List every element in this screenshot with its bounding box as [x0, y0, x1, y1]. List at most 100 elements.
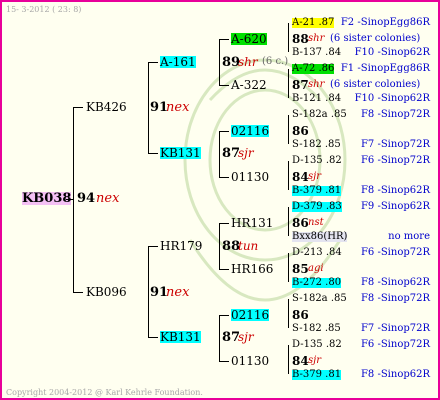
right-label: F6 -Sinop72R	[360, 339, 430, 350]
g4-bot: S-182 .85	[292, 139, 341, 150]
g4-bracket	[288, 299, 289, 328]
g3-id: 01130	[231, 170, 270, 184]
g4-num: 84	[292, 354, 309, 368]
g4-num: 84	[292, 170, 309, 184]
g4-bot: B-379 .81	[292, 369, 342, 380]
g4-bracket	[288, 161, 289, 190]
g4-num: 87	[292, 78, 309, 92]
g4-top: D-135 .82	[292, 155, 342, 166]
g2-id: KB131	[160, 330, 201, 344]
g3-branch	[219, 85, 229, 86]
g4-bracket	[288, 69, 289, 98]
copyright-footer: Copyright 2004-2012 @ Karl Kehrle Founda…	[6, 388, 203, 397]
g3-branch	[219, 131, 229, 132]
g4-bracket	[288, 253, 289, 282]
g3-bracket	[219, 223, 220, 269]
g4-note: (6 sister colonies)	[330, 33, 421, 44]
g1-suffix: nex	[166, 100, 190, 115]
g1-branch	[73, 292, 83, 293]
g3-id: 02116	[231, 308, 270, 322]
g3-branch	[219, 223, 229, 224]
g3-bracket	[219, 315, 220, 361]
right-label: F7 -Sinop72R	[360, 323, 430, 334]
g2-id: A-161	[160, 55, 196, 69]
g3-bracket	[219, 39, 220, 85]
g4-num: 86	[292, 308, 309, 322]
g2-bracket	[148, 246, 149, 337]
right-label: F2 -SinopEgg86R	[340, 17, 430, 28]
g4-top: S-182a .85	[292, 109, 347, 120]
g3-id: HR131	[231, 216, 274, 230]
g2-branch	[148, 246, 158, 247]
g1-id: KB096	[86, 285, 127, 299]
g2-id: HR179	[160, 239, 203, 253]
g1-id: KB426	[86, 100, 127, 114]
g3-id: A-620	[231, 32, 267, 46]
g3-id: A-322	[231, 78, 267, 92]
root-num: 94	[77, 191, 96, 206]
g1-branch	[73, 107, 83, 108]
g4-bot: B-121 .84	[292, 93, 342, 104]
g4-top: S-182a .85	[292, 293, 347, 304]
g2-note: (6 c.)	[262, 56, 289, 67]
g4-suffix: shr	[308, 33, 325, 44]
g3-id: 02116	[231, 124, 270, 138]
g3-branch	[219, 269, 229, 270]
right-label: F8 -Sinop62R	[360, 369, 430, 380]
g4-bracket	[288, 345, 289, 374]
g4-suffix: sjr	[308, 171, 322, 182]
right-label: F1 -SinopEgg86R	[340, 63, 430, 74]
g1-suffix: nex	[166, 285, 190, 300]
g4-suffix: shr	[308, 79, 325, 90]
g4-top: A-72 .86	[292, 63, 335, 74]
right-label: F6 -Sinop72R	[360, 155, 430, 166]
g3-id: 01130	[231, 354, 270, 368]
g2-id: KB131	[160, 146, 201, 160]
right-label: F6 -Sinop72R	[360, 247, 430, 258]
g2-branch	[148, 337, 158, 338]
g3-branch	[219, 39, 229, 40]
right-label: F8 -Sinop72R	[360, 293, 430, 304]
g4-num: 88	[292, 32, 309, 46]
g2-branch	[148, 153, 158, 154]
g4-top: D-379 .83	[292, 201, 342, 212]
g4-bracket	[288, 23, 289, 52]
g2-suffix: shr	[238, 55, 258, 69]
right-label: F10 -Sinop62R	[354, 47, 430, 58]
g3-branch	[219, 315, 229, 316]
right-label: no more	[388, 231, 430, 242]
g2-branch	[148, 62, 158, 63]
right-label: F8 -Sinop62R	[360, 185, 430, 196]
g3-bracket	[219, 131, 220, 177]
g4-suffix: sjr	[308, 355, 322, 366]
g2-bracket	[148, 62, 149, 153]
g4-bot: Bxx86(HR)	[292, 231, 348, 242]
g2-suffix: sjr	[238, 330, 254, 344]
right-label: F7 -Sinop72R	[360, 139, 430, 150]
g2-suffix: sjr	[238, 146, 254, 160]
g4-suffix: agi	[308, 263, 324, 274]
g3-id: HR166	[231, 262, 274, 276]
g4-bot: S-182 .85	[292, 323, 341, 334]
right-label: F9 -Sinop62R	[360, 201, 430, 212]
g4-bracket	[288, 115, 289, 144]
g4-num: 86	[292, 216, 309, 230]
right-label: F8 -Sinop62R	[360, 277, 430, 288]
g4-top: D-135 .82	[292, 339, 342, 350]
root-suffix: nex	[96, 191, 120, 206]
right-label: F10 -Sinop62R	[354, 93, 430, 104]
g3-branch	[219, 177, 229, 178]
g4-num: 86	[292, 124, 309, 138]
root-id: KB038	[22, 191, 72, 206]
g4-top: A-21 .87	[292, 17, 335, 28]
g4-note: (6 sister colonies)	[330, 79, 421, 90]
g4-bot: B-379 .81	[292, 185, 342, 196]
g3-branch	[219, 361, 229, 362]
g4-bot: B-137 .84	[292, 47, 342, 58]
g4-suffix: nst	[308, 217, 324, 228]
g4-num: 85	[292, 262, 309, 276]
g1-bracket	[73, 107, 74, 292]
g4-top: D-213 .84	[292, 247, 342, 258]
g4-bot: B-272 .80	[292, 277, 342, 288]
g2-suffix: tun	[238, 239, 259, 253]
